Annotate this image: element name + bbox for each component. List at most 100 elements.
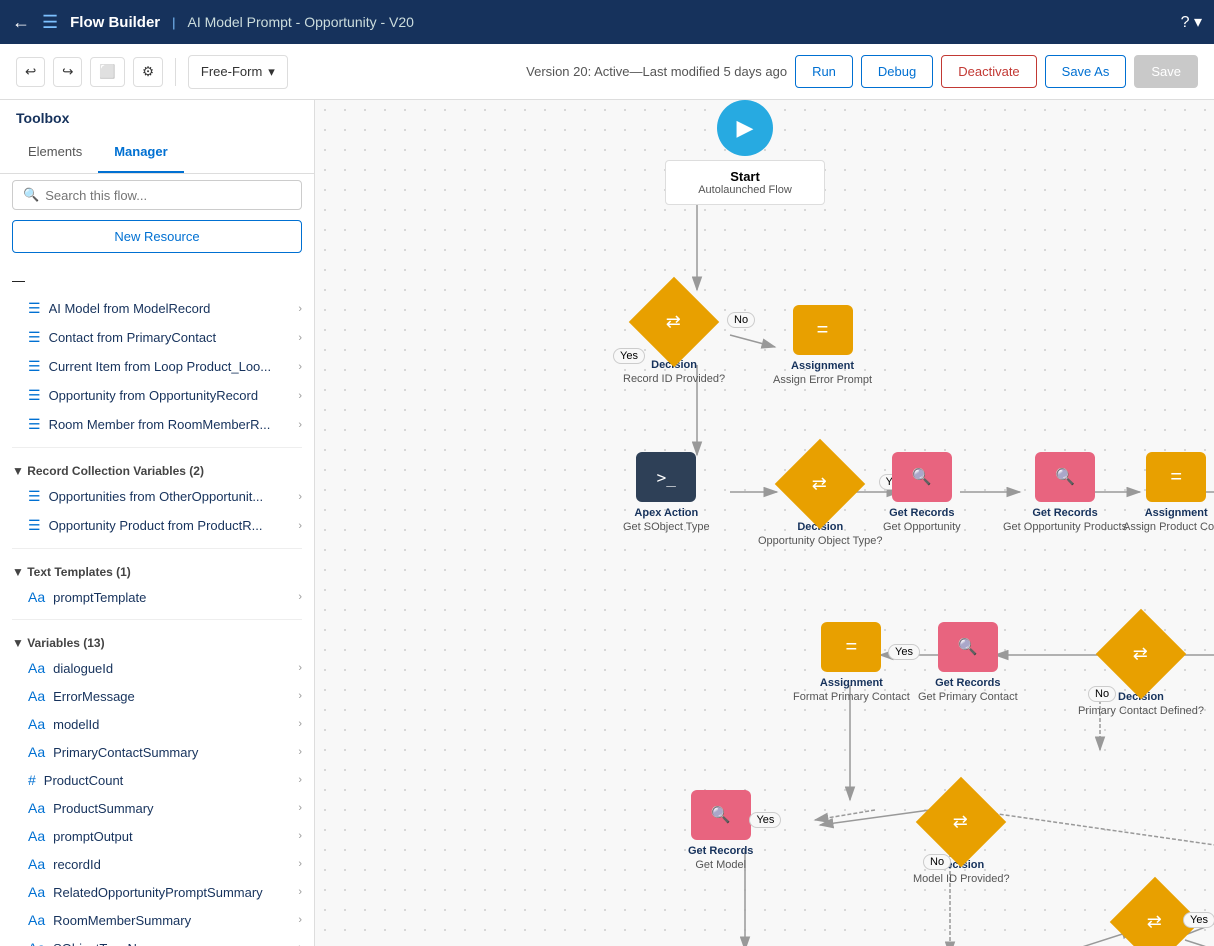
chevron-icon: › bbox=[298, 390, 302, 402]
toolbox-title: Toolbox bbox=[0, 100, 314, 132]
tab-elements[interactable]: Elements bbox=[12, 132, 98, 173]
sidebar: Toolbox Elements Manager 🔍 New Resource … bbox=[0, 100, 315, 946]
chevron-icon: › bbox=[298, 332, 302, 344]
sidebar-item-prompt-template[interactable]: Aa promptTemplate › bbox=[0, 583, 314, 611]
text-template-icon: Aa bbox=[28, 589, 45, 605]
chevron-icon: › bbox=[298, 858, 302, 870]
sidebar-item-current-item[interactable]: ☰ Current Item from Loop Product_Loo... … bbox=[0, 352, 314, 381]
node-sublabel: Format Primary Contact bbox=[793, 690, 910, 704]
node-label: Get Records bbox=[688, 844, 753, 858]
node-get-model[interactable]: 🔍 Get Records Get Model Yes bbox=[688, 790, 753, 873]
tab-manager[interactable]: Manager bbox=[98, 132, 183, 173]
node-decision1[interactable]: ⇄ Decision Record ID Provided? Yes No bbox=[623, 290, 725, 387]
top-nav: ← ☰ Flow Builder | AI Model Prompt - Opp… bbox=[0, 0, 1214, 44]
record-icon: ☰ bbox=[28, 387, 41, 404]
no-label: No bbox=[923, 854, 951, 870]
assignment-icon: = bbox=[846, 636, 858, 659]
var-icon: # bbox=[28, 772, 36, 788]
undo-button[interactable]: ↩ bbox=[16, 57, 45, 87]
sidebar-item-record-id[interactable]: Aa recordId › bbox=[0, 850, 314, 878]
chevron-icon: › bbox=[298, 662, 302, 674]
nav-divider: | bbox=[172, 15, 175, 30]
node-get-opp-products[interactable]: 🔍 Get Records Get Opportunity Products bbox=[1003, 452, 1127, 535]
node-decision2[interactable]: ⇄ Decision Opportunity Object Type? Yes bbox=[758, 452, 883, 549]
debug-button[interactable]: Debug bbox=[861, 55, 933, 88]
var-icon: Aa bbox=[28, 744, 45, 760]
settings-button[interactable]: ⚙ bbox=[133, 57, 163, 87]
sidebar-item-error-message[interactable]: Aa ErrorMessage › bbox=[0, 682, 314, 710]
node-decision-primary[interactable]: ⇄ Decision Primary Contact Defined? No bbox=[1078, 622, 1204, 719]
node-apex[interactable]: >_ Apex Action Get SObject Type bbox=[623, 452, 710, 535]
main-layout: Toolbox Elements Manager 🔍 New Resource … bbox=[0, 100, 1214, 946]
assignment-icon: = bbox=[817, 319, 829, 342]
node-assign-format-primary[interactable]: = Assignment Format Primary Contact bbox=[793, 622, 910, 705]
node-decision-model[interactable]: ⇄ Decision Model ID Provided? No bbox=[913, 790, 1010, 887]
save-as-button[interactable]: Save As bbox=[1045, 55, 1127, 88]
start-sublabel: Autolaunched Flow bbox=[686, 184, 804, 196]
node-assign-count[interactable]: = Assignment Assign Product Count bbox=[1123, 452, 1214, 535]
sidebar-item-sobject-type[interactable]: Aa SObjectTypeName › bbox=[0, 934, 314, 946]
sidebar-item-opportunities[interactable]: ☰ Opportunities from OtherOpportunit... … bbox=[0, 482, 314, 511]
node-sublabel: Primary Contact Defined? bbox=[1078, 704, 1204, 718]
canvas-inner: ▶ Start Autolaunched Flow ⇄ Decision Rec… bbox=[315, 100, 1214, 946]
divider3 bbox=[12, 619, 302, 620]
save-button[interactable]: Save bbox=[1134, 55, 1198, 88]
node-get-primary-contact[interactable]: 🔍 Get Records Get Primary Contact Yes bbox=[918, 622, 1018, 705]
layout-dropdown[interactable]: Free-Form ▾ bbox=[188, 55, 288, 89]
node-sublabel: Get Opportunity Products bbox=[1003, 520, 1127, 534]
toolbar: ↩ ↪ ⬜ ⚙ Free-Form ▾ Version 20: Active—L… bbox=[0, 44, 1214, 100]
item-label: RoomMemberSummary bbox=[53, 913, 290, 928]
search-icon: 🔍 bbox=[23, 187, 39, 203]
redo-button[interactable]: ↪ bbox=[53, 57, 82, 87]
new-resource-button[interactable]: New Resource bbox=[12, 220, 302, 253]
sidebar-item-opportunity[interactable]: ☰ Opportunity from OpportunityRecord › bbox=[0, 381, 314, 410]
sidebar-item-dialogue-id[interactable]: Aa dialogueId › bbox=[0, 654, 314, 682]
sidebar-item-contact[interactable]: ☰ Contact from PrimaryContact › bbox=[0, 323, 314, 352]
node-assign-error[interactable]: = Assignment Assign Error Prompt bbox=[773, 305, 872, 388]
sidebar-item-primary-contact-summary[interactable]: Aa PrimaryContactSummary › bbox=[0, 738, 314, 766]
sidebar-item-room-member-summary[interactable]: Aa RoomMemberSummary › bbox=[0, 906, 314, 934]
item-label: recordId bbox=[53, 857, 290, 872]
record-icon: ☰ bbox=[28, 358, 41, 375]
sidebar-item-product-count[interactable]: # ProductCount › bbox=[0, 766, 314, 794]
chevron-icon: › bbox=[298, 419, 302, 431]
yes-label: Yes bbox=[888, 644, 920, 660]
node-sublabel: Opportunity Object Type? bbox=[758, 534, 883, 548]
save-icon-button[interactable]: ⬜ bbox=[90, 57, 125, 87]
node-sublabel: Model ID Provided? bbox=[913, 872, 1010, 886]
get-records-shape: 🔍 bbox=[1035, 452, 1095, 502]
sidebar-item-product-summary[interactable]: Aa ProductSummary › bbox=[0, 794, 314, 822]
node-decision-exists[interactable]: ⇄ Decision Exists? Yes bbox=[1123, 890, 1187, 946]
run-button[interactable]: Run bbox=[795, 55, 853, 88]
variables-title[interactable]: ▼ Variables (13) bbox=[0, 628, 314, 654]
sidebar-item-opp-product[interactable]: ☰ Opportunity Product from ProductR... › bbox=[0, 511, 314, 540]
sidebar-item-related-opp[interactable]: Aa RelatedOpportunityPromptSummary › bbox=[0, 878, 314, 906]
node-label: Assignment bbox=[820, 676, 883, 690]
sidebar-item-model-id[interactable]: Aa modelId › bbox=[0, 710, 314, 738]
item-label: RelatedOpportunityPromptSummary bbox=[53, 885, 290, 900]
back-button[interactable]: ← bbox=[12, 12, 30, 33]
get-records-icon: 🔍 bbox=[711, 805, 731, 825]
sidebar-item-room-member[interactable]: ☰ Room Member from RoomMemberR... › bbox=[0, 410, 314, 439]
sidebar-item-prompt-output[interactable]: Aa promptOutput › bbox=[0, 822, 314, 850]
deactivate-button[interactable]: Deactivate bbox=[941, 55, 1036, 88]
search-input[interactable] bbox=[45, 188, 291, 203]
yes-label: Yes bbox=[613, 348, 645, 364]
var-icon: Aa bbox=[28, 828, 45, 844]
sidebar-item-ai-model[interactable]: ☰ AI Model from ModelRecord › bbox=[0, 294, 314, 323]
node-label: Apex Action bbox=[634, 506, 698, 520]
text-templates-title[interactable]: ▼ Text Templates (1) bbox=[0, 557, 314, 583]
help-icon[interactable]: ? ▾ bbox=[1181, 12, 1202, 32]
section-label: Variables (13) bbox=[27, 636, 104, 650]
start-box: Start Autolaunched Flow bbox=[665, 160, 825, 205]
node-label: Assignment bbox=[791, 359, 854, 373]
canvas[interactable]: ▶ Start Autolaunched Flow ⇄ Decision Rec… bbox=[315, 100, 1214, 946]
node-get-opp[interactable]: 🔍 Get Records Get Opportunity bbox=[883, 452, 961, 535]
record-collection-title[interactable]: ▼ Record Collection Variables (2) bbox=[0, 456, 314, 482]
chevron-icon: › bbox=[298, 802, 302, 814]
var-icon: Aa bbox=[28, 884, 45, 900]
record-vars-header[interactable]: — bbox=[0, 267, 314, 294]
start-node[interactable]: ▶ Start Autolaunched Flow bbox=[665, 100, 825, 205]
dropdown-chevron-icon: ▾ bbox=[268, 64, 275, 80]
node-sublabel: Record ID Provided? bbox=[623, 372, 725, 386]
